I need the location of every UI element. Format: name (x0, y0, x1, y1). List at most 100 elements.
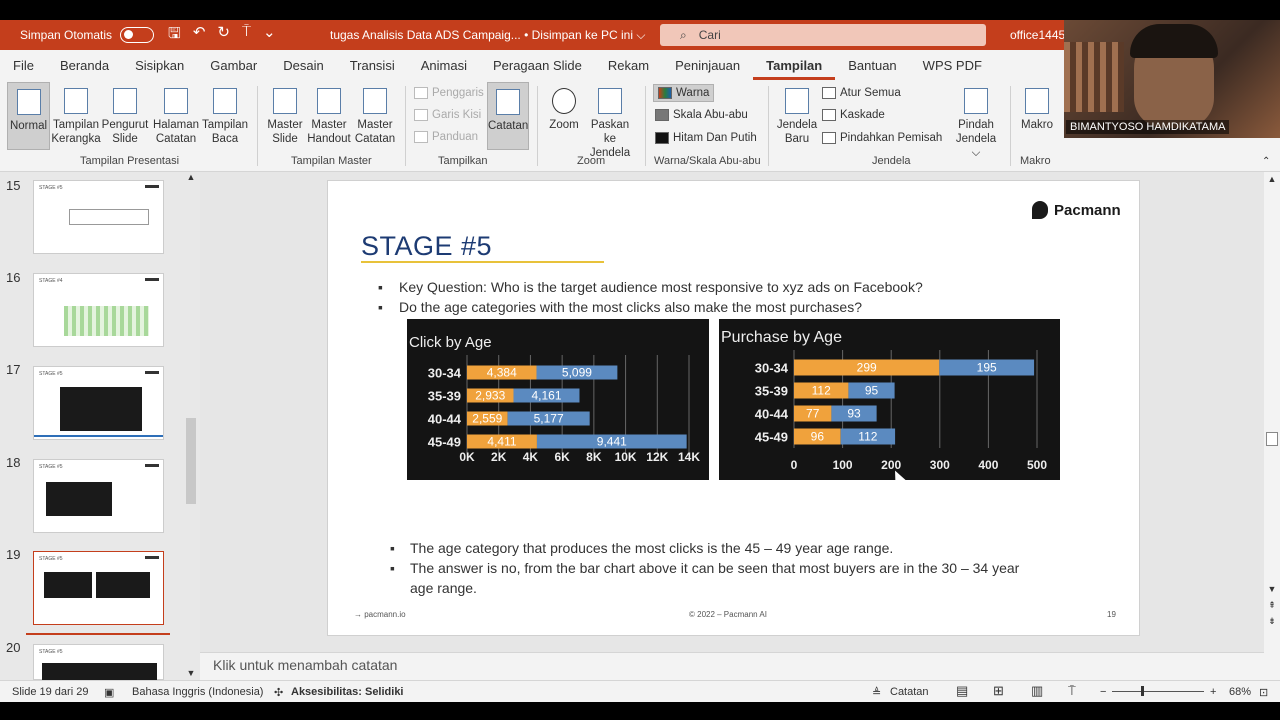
arrange-all-button[interactable]: Atur Semua (822, 87, 901, 99)
master-handout-button[interactable]: Master Handout (306, 88, 352, 146)
move-split-button[interactable]: Pindahkan Pemisah (822, 132, 942, 144)
ruler-checkbox[interactable]: Penggaris (414, 87, 484, 99)
notes-status-button[interactable]: Catatan (890, 686, 929, 698)
tab-wps-pdf[interactable]: WPS PDF (910, 58, 995, 73)
thumb-title: STAGE #5 (39, 371, 63, 377)
cascade-button[interactable]: Kaskade (822, 109, 885, 121)
account-name[interactable]: office14451 (1010, 28, 1072, 42)
proofing-icon[interactable]: ▣ (104, 686, 114, 699)
tab-slideshow[interactable]: Peragaan Slide (480, 58, 595, 73)
slide-thumbnail[interactable]: STAGE #4 (33, 273, 164, 347)
zoom-slider[interactable] (1112, 691, 1204, 692)
slide-sorter-button[interactable]: Pengurut Slide (101, 88, 149, 146)
x-tick-label: 6K (554, 450, 570, 464)
sorter-label-2: Slide (112, 133, 138, 145)
zoom-out-icon[interactable]: − (1100, 686, 1106, 698)
tab-insert[interactable]: Sisipkan (122, 58, 197, 73)
previous-slide-icon[interactable]: ⇞ (1264, 600, 1280, 611)
slide-thumbnail-pane: 15 STAGE #5 16 STAGE #4 17 STAGE #5 18 S… (0, 172, 200, 681)
tab-review[interactable]: Peninjauan (662, 58, 753, 73)
notes-page-label-1: Halaman (152, 119, 200, 131)
zoom-in-icon[interactable]: + (1210, 686, 1216, 698)
chart-title: Click by Age (409, 334, 492, 351)
outline-view-button[interactable]: Tampilan Kerangka (51, 88, 101, 146)
slideshow-icon[interactable]: ⍑ (1068, 683, 1076, 699)
tab-record[interactable]: Rekam (595, 58, 662, 73)
slide-thumbnail[interactable]: STAGE #5 (33, 459, 164, 533)
redo-icon[interactable]: ↻ (217, 23, 230, 48)
current-slide[interactable]: Pacmann STAGE #5 ▪ Key Question: Who is … (327, 180, 1140, 636)
scroll-up-icon[interactable]: ▲ (1264, 174, 1280, 184)
slide-thumbnail[interactable]: STAGE #5 (33, 644, 164, 681)
present-icon[interactable]: ⍑ (242, 23, 251, 48)
grayscale-label: Skala Abu-abu (673, 109, 748, 121)
notes-page-button[interactable]: Halaman Catatan (151, 88, 201, 146)
color-button[interactable]: Warna (653, 84, 715, 102)
scrollbar-thumb[interactable] (186, 418, 196, 504)
save-icon[interactable]: 🖫 (168, 23, 181, 48)
master-notes-button[interactable]: Master Catatan (352, 88, 398, 146)
y-category-label: 45-49 (428, 435, 461, 450)
reading-view-icon[interactable]: ▥ (1031, 683, 1043, 699)
accessibility-status[interactable]: Aksesibilitas: Selidiki (291, 686, 404, 698)
fit-slide-icon[interactable]: ⊡ (1259, 686, 1268, 699)
tab-design[interactable]: Desain (270, 58, 336, 73)
scroll-down-icon[interactable]: ▼ (183, 668, 199, 678)
notes-pane[interactable]: Klik untuk menambah catatan (200, 652, 1264, 680)
gridlines-checkbox[interactable]: Garis Kisi (414, 109, 481, 121)
tab-help[interactable]: Bantuan (835, 58, 909, 73)
scroll-down-icon[interactable]: ▼ (1264, 584, 1280, 594)
reading-label-1: Tampilan (201, 119, 249, 131)
document-title[interactable]: tugas Analisis Data ADS Campaig... • Dis… (330, 28, 645, 43)
normal-view-button[interactable]: Normal (7, 82, 50, 150)
x-tick-label: 100 (833, 458, 853, 472)
macro-button[interactable]: Makro (1018, 88, 1056, 132)
undo-icon[interactable]: ↶ (193, 23, 206, 48)
language-status[interactable]: Bahasa Inggris (Indonesia) (132, 686, 263, 698)
thumbnail-scrollbar[interactable]: ▲ ▼ (183, 172, 199, 680)
bullet-dot: ▪ (390, 540, 395, 556)
notes-toggle-label: Catatan (488, 120, 529, 132)
normal-view-label: Normal (9, 120, 48, 132)
editor-scrollbar[interactable]: ▲ ▼ ⇞ ⇟ (1264, 172, 1280, 680)
zoom-button[interactable]: Zoom (545, 88, 583, 132)
tab-transitions[interactable]: Transisi (337, 58, 408, 73)
accessibility-icon[interactable]: ✣ (274, 686, 283, 699)
notes-status-icon[interactable]: ≜ (872, 686, 881, 699)
slide-thumbnail[interactable]: STAGE #5 (33, 180, 164, 254)
switch-window-label-1: Pindah (958, 119, 994, 131)
notes-toggle-button[interactable]: Catatan (487, 82, 529, 150)
new-window-button[interactable]: Jendela Baru (776, 88, 818, 146)
thumb-logo (145, 556, 159, 559)
fit-window-button[interactable]: Paskan ke Jendela (584, 88, 636, 160)
tab-view[interactable]: Tampilan (753, 58, 836, 80)
search-box[interactable]: ⌕ Cari (660, 24, 986, 46)
scrollbar-thumb[interactable] (1266, 432, 1278, 446)
slide-thumbnail[interactable]: STAGE #5 (33, 366, 164, 440)
scroll-up-icon[interactable]: ▲ (183, 172, 199, 182)
tab-file[interactable]: File (0, 58, 47, 73)
master-slide-label-1: Master (267, 119, 303, 131)
tab-draw[interactable]: Gambar (197, 58, 270, 73)
normal-view-icon[interactable]: ▤ (956, 683, 968, 699)
master-slide-button[interactable]: Master Slide (262, 88, 308, 146)
slide-thumbnail-selected[interactable]: STAGE #5 (33, 551, 164, 625)
group-divider (1010, 86, 1011, 166)
next-slide-icon[interactable]: ⇟ (1264, 616, 1280, 627)
reading-view-icon (213, 88, 237, 114)
reading-view-button[interactable]: Tampilan Baca (201, 88, 249, 146)
autosave-toggle[interactable] (120, 27, 155, 43)
zoom-level[interactable]: 68% (1229, 686, 1251, 698)
black-white-button[interactable]: Hitam Dan Putih (655, 132, 757, 144)
master-notes-label-2: Catatan (354, 133, 396, 145)
zoom-slider-handle[interactable] (1141, 686, 1144, 696)
collapse-ribbon-icon[interactable]: ⌃ (1262, 156, 1270, 167)
grayscale-button[interactable]: Skala Abu-abu (655, 109, 748, 121)
color-icon (658, 87, 672, 99)
customize-qat-icon[interactable]: ⌄ (263, 23, 276, 48)
switch-window-button[interactable]: Pindah Jendela ⌵ (950, 88, 1002, 160)
slide-sorter-icon[interactable]: ⊞ (993, 683, 1004, 699)
guides-checkbox[interactable]: Panduan (414, 131, 478, 143)
tab-animations[interactable]: Animasi (408, 58, 480, 73)
tab-home[interactable]: Beranda (47, 58, 122, 73)
